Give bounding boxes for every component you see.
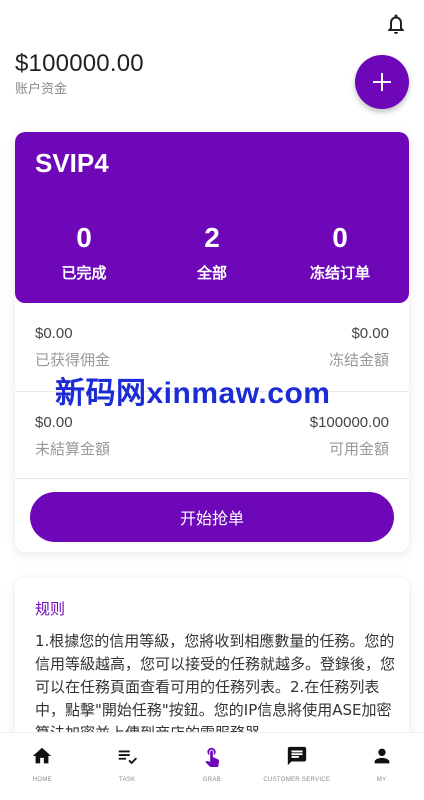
frozen-amount-value: $0.00: [351, 325, 389, 342]
notification-bell-icon[interactable]: [384, 12, 408, 36]
start-grab-button[interactable]: 开始抢单: [30, 492, 394, 542]
playlist-check-icon: [118, 750, 138, 765]
tab-my-label: MY: [376, 777, 387, 783]
frozen-amount-label: 冻结金額: [328, 351, 389, 369]
account-balance: $100000.00: [15, 50, 144, 77]
watermark: 新码网xinmaw.com: [55, 377, 331, 410]
stat-all-value: 2: [204, 222, 220, 253]
vip-summary-card: SVIP4 0 已完成 2 全部 0 冻结订单 $0.00 已获得佣金 $0.0…: [15, 132, 409, 552]
bottom-tab-bar: HOME TASK GRAB CUSTOMER SERVICE MY: [0, 732, 424, 800]
stat-all-label: 全部: [196, 264, 227, 282]
home-icon: [33, 747, 52, 764]
rules-title: 规则: [35, 600, 66, 618]
top-bar: [0, 0, 424, 48]
tab-my[interactable]: MY: [339, 733, 424, 800]
available-amount-label: 可用金額: [328, 440, 389, 458]
tab-task-label: TASK: [118, 777, 136, 783]
plus-icon: [373, 73, 391, 91]
rules-text: 1.根據您的信用等級，您將收到相應數量的任務。您的信用等級越高，您可以接受的任務…: [35, 632, 396, 742]
chat-icon: [287, 746, 306, 766]
tab-customer-service-label: CUSTOMER SERVICE: [263, 777, 331, 783]
earned-commission-value: $0.00: [35, 325, 73, 342]
stat-completed: 0 已完成: [29, 222, 139, 283]
stat-frozen-orders-label: 冻结订单: [309, 264, 370, 282]
unsettled-amount-label: 未結算金額: [35, 440, 111, 458]
touch-app-icon: [205, 747, 220, 767]
add-button[interactable]: [355, 55, 409, 109]
stat-frozen-orders: 0 冻结订单: [285, 222, 395, 283]
vip-level: SVIP4: [35, 148, 109, 178]
available-amount-value: $100000.00: [309, 414, 389, 431]
stat-frozen-orders-value: 0: [332, 222, 348, 253]
tab-home[interactable]: HOME: [0, 733, 85, 800]
tab-customer-service[interactable]: CUSTOMER SERVICE: [254, 733, 339, 800]
account-balance-label: 账户资金: [15, 82, 68, 97]
unsettled-amount-value: $0.00: [35, 414, 73, 431]
stat-all: 2 全部: [157, 222, 267, 283]
earned-commission-label: 已获得佣金: [35, 351, 111, 369]
vip-header: SVIP4 0 已完成 2 全部 0 冻结订单: [15, 132, 409, 303]
stat-completed-label: 已完成: [61, 264, 107, 282]
tab-task[interactable]: TASK: [85, 733, 170, 800]
stat-completed-value: 0: [76, 222, 92, 253]
person-icon: [374, 748, 389, 764]
tab-grab[interactable]: GRAB: [170, 733, 255, 800]
tab-home-label: HOME: [32, 777, 52, 783]
tab-grab-label: GRAB: [202, 777, 222, 783]
